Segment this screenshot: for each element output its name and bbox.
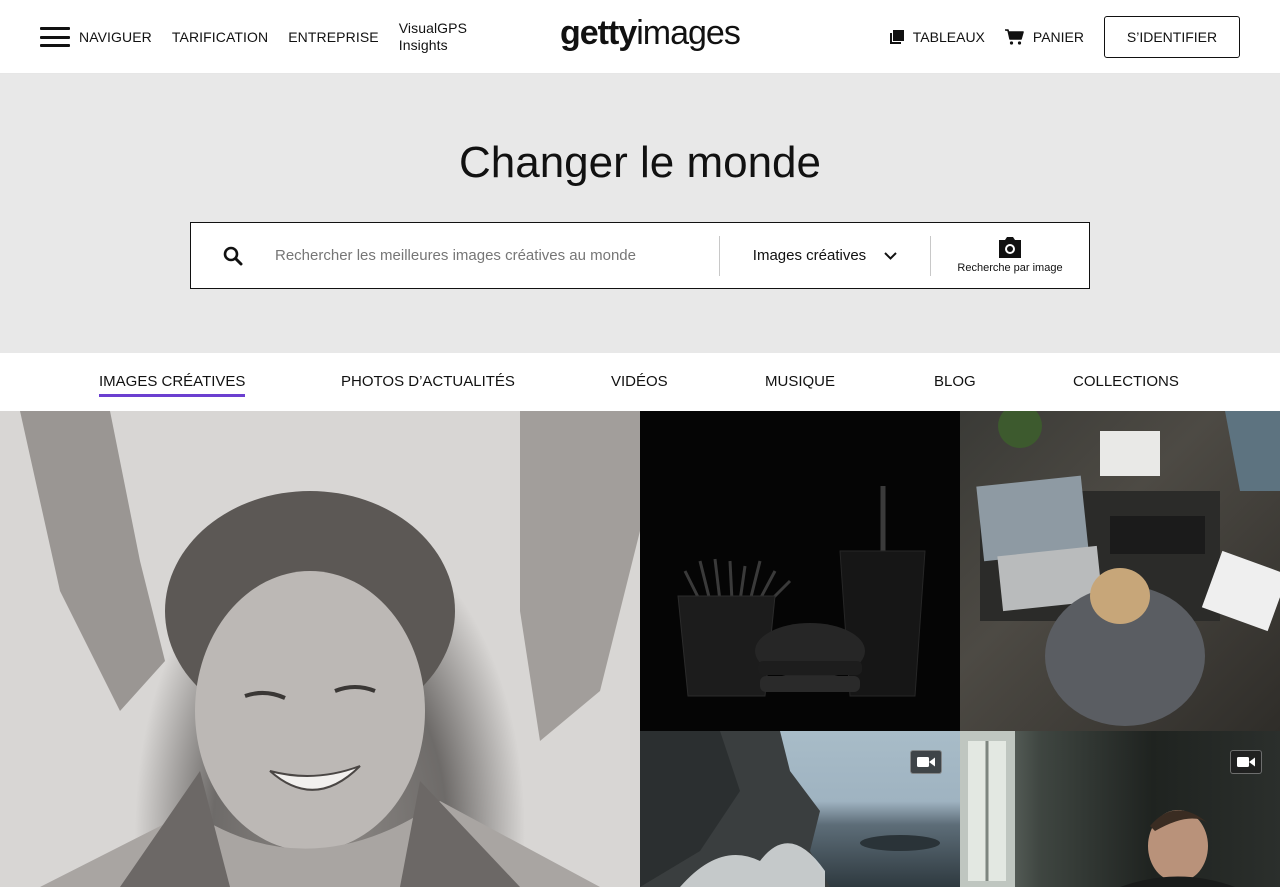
tab-blog[interactable]: BLOG bbox=[934, 373, 976, 394]
featured-image-burger[interactable] bbox=[640, 411, 960, 731]
nav-enterprise-link[interactable]: ENTREPRISE bbox=[288, 29, 378, 45]
nav-browse-link[interactable]: NAVIGUER bbox=[79, 29, 152, 45]
workspace-illustration bbox=[976, 411, 1280, 726]
nav-pricing-link[interactable]: TARIFICATION bbox=[172, 29, 268, 45]
content-tabs: IMAGES CRÉATIVES PHOTOS D’ACTUALITÉS VID… bbox=[0, 353, 1280, 411]
camera-icon bbox=[999, 237, 1021, 258]
tab-creative-images[interactable]: IMAGES CRÉATIVES bbox=[99, 373, 246, 397]
logo-bold-text: getty bbox=[560, 14, 637, 52]
search-input[interactable] bbox=[275, 235, 719, 276]
tab-music[interactable]: MUSIQUE bbox=[765, 373, 835, 394]
search-bar: Images créatives Recherche par image bbox=[190, 222, 1090, 289]
cart-icon bbox=[1004, 29, 1024, 45]
tab-collections[interactable]: COLLECTIONS bbox=[1073, 373, 1179, 394]
search-icon bbox=[223, 246, 243, 265]
hero-title: Changer le monde bbox=[458, 138, 821, 187]
site-header: NAVIGUER TARIFICATION ENTREPRISE VisualG… bbox=[0, 0, 1280, 74]
cart-label: PANIER bbox=[1032, 29, 1084, 45]
burger-illustration bbox=[677, 486, 926, 697]
boards-label: TABLEAUX bbox=[912, 29, 985, 45]
image-search-button[interactable]: Recherche par image bbox=[931, 223, 1089, 288]
hamburger-icon[interactable] bbox=[40, 27, 70, 47]
video-camera-icon bbox=[1230, 750, 1262, 774]
featured-video-cliffs[interactable] bbox=[640, 731, 960, 887]
hero-section: Changer le monde Images créatives Recher… bbox=[0, 74, 1280, 353]
video-camera-icon bbox=[910, 750, 942, 774]
featured-image-athlete[interactable] bbox=[0, 411, 640, 887]
chevron-down-icon bbox=[884, 251, 897, 260]
athlete-illustration bbox=[20, 411, 640, 887]
image-search-label: Recherche par image bbox=[957, 262, 1063, 274]
search-type-dropdown[interactable]: Images créatives bbox=[720, 223, 930, 288]
tab-videos[interactable]: VIDÉOS bbox=[611, 373, 668, 394]
boards-link[interactable]: TABLEAUX bbox=[889, 29, 985, 45]
board-icon bbox=[889, 30, 904, 44]
featured-image-workspace[interactable] bbox=[960, 411, 1280, 731]
primary-nav: NAVIGUER TARIFICATION ENTREPRISE VisualG… bbox=[40, 0, 487, 74]
logo-light-text: images bbox=[636, 14, 741, 52]
site-logo[interactable]: gettyimages bbox=[560, 14, 741, 53]
account-nav: TABLEAUX PANIER S’IDENTIFIER bbox=[870, 16, 1240, 58]
tab-news-photos[interactable]: PHOTOS D’ACTUALITÉS bbox=[341, 373, 515, 394]
featured-video-portrait[interactable] bbox=[960, 731, 1280, 887]
search-type-selected: Images créatives bbox=[752, 247, 867, 264]
search-button[interactable] bbox=[191, 223, 275, 288]
nav-insights-link[interactable]: VisualGPS Insights bbox=[399, 20, 467, 54]
signin-button[interactable]: S’IDENTIFIER bbox=[1104, 16, 1240, 58]
cart-link[interactable]: PANIER bbox=[1004, 29, 1084, 45]
